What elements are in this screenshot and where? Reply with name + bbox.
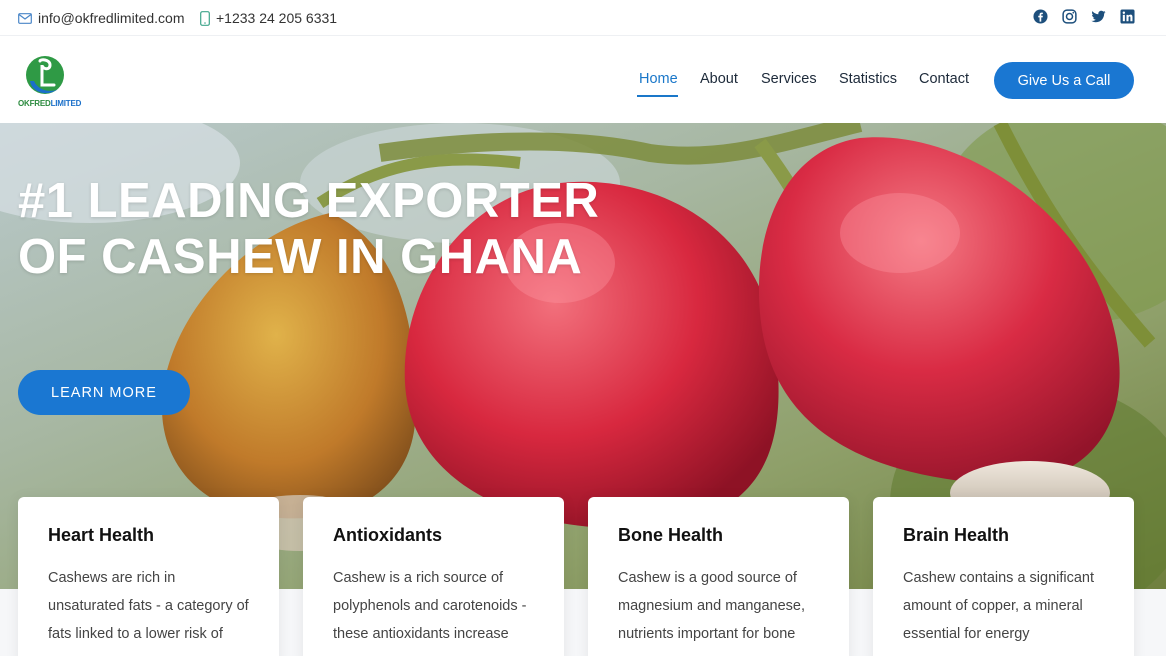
logo-wordmark: OKFREDLIMITED bbox=[18, 99, 81, 108]
nav-statistics[interactable]: Statistics bbox=[839, 71, 897, 87]
nav-about[interactable]: About bbox=[700, 71, 738, 87]
card-text: Cashews are rich in unsaturated fats - a… bbox=[48, 570, 249, 642]
card-heart-health: Heart Health Cashews are rich in unsatur… bbox=[18, 497, 279, 656]
phone-icon bbox=[200, 10, 210, 26]
card-title: Bone Health bbox=[618, 525, 724, 545]
card-title: Antioxidants bbox=[333, 525, 443, 545]
nav-home[interactable]: Home bbox=[639, 71, 678, 87]
card-text: Cashew contains a significant amount of … bbox=[903, 570, 1095, 642]
facebook-icon[interactable] bbox=[1033, 9, 1048, 24]
nav-services[interactable]: Services bbox=[761, 71, 817, 87]
phone-link[interactable]: +1233 24 205 6331 bbox=[200, 0, 337, 36]
card-title: Heart Health bbox=[48, 525, 155, 545]
email-text: info@okfredlimited.com bbox=[38, 10, 185, 26]
phone-text: +1233 24 205 6331 bbox=[216, 10, 338, 26]
site-header: OKFREDLIMITED Home About Services Statis… bbox=[0, 37, 1166, 123]
hero-title: #1 Leading Exporter of Cashew in Ghana bbox=[18, 174, 600, 284]
card-title: Brain Health bbox=[903, 525, 1010, 545]
social-links bbox=[1033, 9, 1135, 24]
card-text: Cashew is a good source of magnesium and… bbox=[618, 570, 806, 642]
instagram-icon[interactable] bbox=[1062, 9, 1077, 24]
top-contact-bar: info@okfredlimited.com +1233 24 205 6331 bbox=[0, 0, 1166, 36]
email-link[interactable]: info@okfredlimited.com bbox=[18, 0, 185, 36]
nav-contact[interactable]: Contact bbox=[919, 71, 969, 87]
twitter-icon[interactable] bbox=[1091, 9, 1106, 24]
learn-more-button[interactable]: LEARN MORE bbox=[18, 370, 190, 415]
logo-text-b: LIMITED bbox=[50, 99, 82, 108]
card-antioxidants: Antioxidants Cashew is a rich source of … bbox=[303, 497, 564, 656]
linkedin-icon[interactable] bbox=[1120, 9, 1135, 24]
card-text: Cashew is a rich source of polyphenols a… bbox=[333, 570, 527, 642]
active-nav-indicator bbox=[637, 95, 678, 97]
give-us-a-call-button[interactable]: Give Us a Call bbox=[994, 62, 1134, 99]
logo-text-a: OKFRED bbox=[18, 99, 51, 108]
card-brain-health: Brain Health Cashew contains a significa… bbox=[873, 497, 1134, 656]
envelope-icon bbox=[18, 12, 32, 24]
card-bone-health: Bone Health Cashew is a good source of m… bbox=[588, 497, 849, 656]
